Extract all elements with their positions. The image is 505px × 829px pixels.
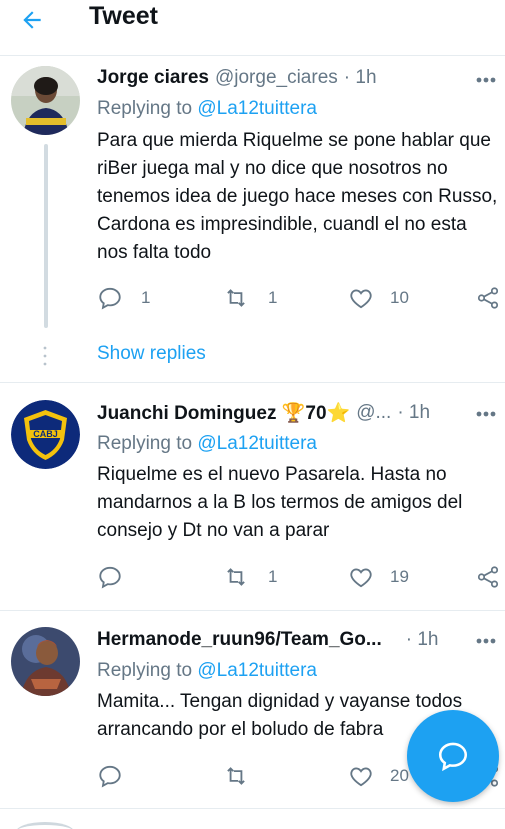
- tweet-header: Hermanode_ruun96/Team_Go... · 1h: [97, 627, 505, 653]
- share-button[interactable]: [475, 563, 501, 591]
- tweet-header: Jorge ciares @jorge_ciares · 1h: [97, 65, 505, 91]
- display-name[interactable]: Hermanode_ruun96/Team_Go...: [97, 629, 382, 651]
- replying-to-link[interactable]: @La12tuittera: [197, 433, 317, 454]
- tweet[interactable]: Jorge ciares @jorge_ciares · 1h Replying…: [0, 57, 505, 383]
- like-button[interactable]: 10: [348, 284, 409, 312]
- top-bar: Tweet: [0, 0, 505, 56]
- retweet-icon: [227, 568, 245, 586]
- like-button[interactable]: 19: [348, 563, 409, 591]
- timestamp[interactable]: · 1h: [344, 67, 377, 89]
- timestamp[interactable]: · 1h: [406, 629, 439, 651]
- arrow-left-icon: [23, 11, 41, 29]
- reply-bubble-icon: [438, 742, 468, 772]
- back-button[interactable]: [14, 2, 50, 38]
- share-icon: [477, 287, 499, 309]
- tweet-header: Juanchi Dominguez 🏆70⭐ @... · 1h: [97, 400, 505, 426]
- like-count: 10: [390, 288, 409, 307]
- tweet-text: Para que mierda Riquelme se pone hablar …: [97, 130, 498, 263]
- username[interactable]: @...: [356, 402, 391, 424]
- tweet-actions: 1 19: [95, 563, 505, 591]
- retweet-count: 1: [268, 288, 278, 307]
- reply-button[interactable]: 1: [97, 284, 150, 312]
- retweet-button[interactable]: 1: [222, 563, 277, 591]
- more-icon: [476, 638, 496, 644]
- svg-text:CABJ: CABJ: [33, 429, 58, 439]
- page-title: Tweet: [89, 2, 158, 30]
- heart-icon: [350, 568, 372, 588]
- more-icon: [476, 411, 496, 417]
- replying-to-link[interactable]: @La12tuittera: [197, 98, 317, 119]
- show-replies-link[interactable]: Show replies: [97, 343, 206, 365]
- thread-line: [44, 144, 48, 328]
- retweet-count: 1: [268, 567, 278, 586]
- like-button[interactable]: 20: [348, 762, 409, 790]
- more-options-button[interactable]: [475, 630, 497, 652]
- heart-icon: [350, 289, 372, 309]
- like-count: 20: [390, 766, 409, 785]
- tweet[interactable]: CABJ Juanchi Dominguez 🏆70⭐ @... · 1h Re…: [0, 384, 505, 611]
- avatar[interactable]: [11, 627, 80, 696]
- retweet-button[interactable]: [222, 762, 262, 790]
- replying-prefix: Replying to: [97, 433, 193, 454]
- more-options-button[interactable]: [475, 69, 497, 91]
- replying-to: Replying to @La12tuittera: [97, 433, 317, 455]
- retweet-button[interactable]: 1: [222, 284, 277, 312]
- display-name[interactable]: Jorge ciares: [97, 67, 209, 89]
- more-icon: [476, 77, 496, 83]
- tweet-actions: 1 1 10: [95, 284, 505, 312]
- thread-dots-icon: [43, 346, 47, 366]
- share-button[interactable]: [475, 284, 501, 312]
- like-count: 19: [390, 567, 409, 586]
- compose-reply-button[interactable]: [407, 710, 499, 802]
- retweet-icon: [227, 767, 245, 785]
- avatar[interactable]: CABJ: [11, 400, 80, 469]
- tweet-text: Riquelme es el nuevo Pasarela. Hasta no …: [97, 464, 463, 541]
- avatar[interactable]: [11, 66, 80, 135]
- replying-prefix: Replying to: [97, 98, 193, 119]
- display-name[interactable]: Juanchi Dominguez 🏆70⭐: [97, 401, 350, 425]
- reply-button[interactable]: [97, 762, 135, 790]
- replying-prefix: Replying to: [97, 660, 193, 681]
- timestamp[interactable]: · 1h: [397, 402, 430, 424]
- reply-count: 1: [141, 288, 151, 307]
- heart-icon: [350, 767, 372, 787]
- username[interactable]: @jorge_ciares: [215, 67, 338, 89]
- replying-to-link[interactable]: @La12tuittera: [197, 660, 317, 681]
- reply-icon: [99, 287, 121, 310]
- share-icon: [477, 566, 499, 588]
- retweet-icon: [227, 289, 245, 307]
- reply-icon: [99, 566, 121, 589]
- more-options-button[interactable]: [475, 403, 497, 425]
- next-tweet-avatar[interactable]: [16, 822, 74, 829]
- replying-to: Replying to @La12tuittera: [97, 98, 317, 120]
- reply-button[interactable]: [97, 563, 135, 591]
- reply-icon: [99, 765, 121, 788]
- replying-to: Replying to @La12tuittera: [97, 660, 317, 682]
